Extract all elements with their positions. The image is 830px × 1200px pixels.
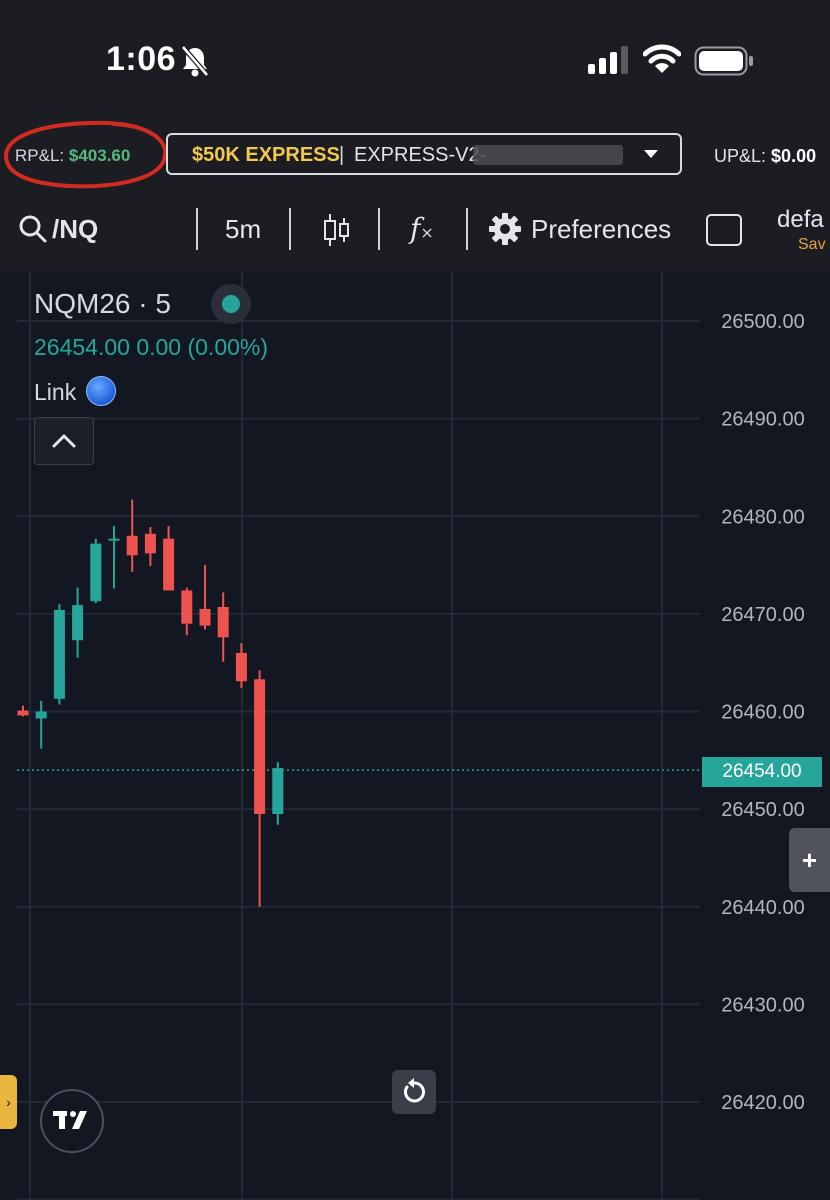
legend-link[interactable]: Link: [34, 376, 117, 406]
y-axis-tick-label: 26430.00: [721, 994, 804, 1016]
candle-body: [163, 538, 175, 591]
account-name: $50K EXPRESS: [192, 144, 340, 166]
signal-icon: [588, 46, 628, 74]
candle-body: [272, 768, 284, 815]
gear-icon[interactable]: [488, 212, 522, 246]
reset-chart-button[interactable]: [392, 1070, 436, 1114]
battery-icon: [694, 46, 753, 76]
y-axis-tick-label: 26500.00: [721, 311, 804, 333]
candle-body: [108, 538, 120, 541]
reset-icon: [404, 1078, 425, 1103]
y-axis-tick-label: 26460.00: [721, 702, 804, 724]
candle-body: [217, 607, 229, 638]
preferences-button[interactable]: Preferences: [531, 214, 671, 245]
candle-body: [90, 543, 102, 602]
layout-checkbox[interactable]: [706, 214, 742, 246]
y-axis-tick-label: 26420.00: [721, 1092, 804, 1114]
legend-symbol[interactable]: NQM26 · 5: [34, 288, 171, 320]
rpl-value: $403.60: [68, 146, 131, 165]
wifi-icon: [643, 44, 681, 73]
side-panel-toggle[interactable]: ›: [0, 1075, 17, 1129]
unrealized-pnl: UP&L: $0.00: [714, 146, 816, 167]
account-separator: |: [339, 144, 345, 166]
rpl-label: RP&L:: [15, 146, 65, 165]
candlestick-chart[interactable]: 26500.00 26490.00 26480.00 26470.00 26460.00…: [0, 272, 830, 1200]
search-icon[interactable]: [18, 214, 48, 244]
y-axis-tick-label: 26480.00: [721, 506, 804, 528]
upl-label: UP&L:: [714, 146, 767, 166]
indicators-label: f: [410, 212, 421, 245]
y-axis-tick-label: 26450.00: [721, 799, 804, 821]
market-status-dot: [211, 284, 251, 324]
account-selector[interactable]: $50K EXPRESS | EXPRESS-V2-: [166, 133, 682, 175]
y-axis-tick-label: 26440.00: [721, 897, 804, 919]
candle-body: [17, 710, 29, 716]
status-time: 1:06: [106, 40, 177, 78]
candle-body: [144, 533, 156, 554]
toolbar-divider: [289, 208, 291, 250]
interval-button[interactable]: 5m: [225, 214, 261, 245]
candle-body: [235, 652, 247, 682]
redacted-account-number: [473, 145, 623, 165]
current-price-label: 26454.00: [702, 757, 822, 787]
candle-body: [35, 711, 47, 719]
layout-name[interactable]: defa: [777, 206, 824, 234]
candle-body: [181, 590, 193, 624]
symbol-search-button[interactable]: /NQ: [52, 214, 98, 245]
add-order-button[interactable]: +: [789, 828, 830, 892]
y-axis-tick-label: 26490.00: [721, 409, 804, 431]
indicators-button[interactable]: f×: [410, 212, 434, 245]
toolbar-divider: [196, 208, 198, 250]
legend-collapse-button[interactable]: [34, 417, 94, 465]
link-color-icon: [86, 376, 117, 406]
chevron-down-icon: [644, 150, 658, 158]
account-id: EXPRESS-V2-: [354, 144, 487, 166]
toolbar-divider: [466, 208, 468, 250]
y-axis-tick-label: 26470.00: [721, 604, 804, 626]
candle-body: [126, 535, 138, 556]
candles-icon[interactable]: [322, 212, 352, 248]
chart-area[interactable]: 26500.00 26490.00 26480.00 26470.00 26460.00…: [0, 272, 830, 1200]
realized-pnl: RP&L: $403.60: [15, 146, 130, 166]
candle-body: [53, 609, 65, 699]
bell-slash-icon: [181, 45, 209, 77]
candle-body: [254, 679, 266, 815]
chart-toolbar: /NQ 5m f× Preferences defa Sav: [0, 200, 830, 260]
toolbar-divider: [378, 208, 380, 250]
candle-body: [72, 605, 84, 641]
candle-body: [199, 608, 211, 626]
link-label: Link: [34, 379, 77, 405]
tradingview-logo-icon[interactable]: [40, 1089, 104, 1153]
status-bar: 1:06: [0, 0, 830, 120]
save-layout-button[interactable]: Sav: [798, 236, 826, 254]
chevron-up-icon: [52, 434, 76, 448]
legend-price: 26454.00 0.00 (0.00%): [34, 334, 269, 360]
upl-value: $0.00: [771, 146, 817, 166]
